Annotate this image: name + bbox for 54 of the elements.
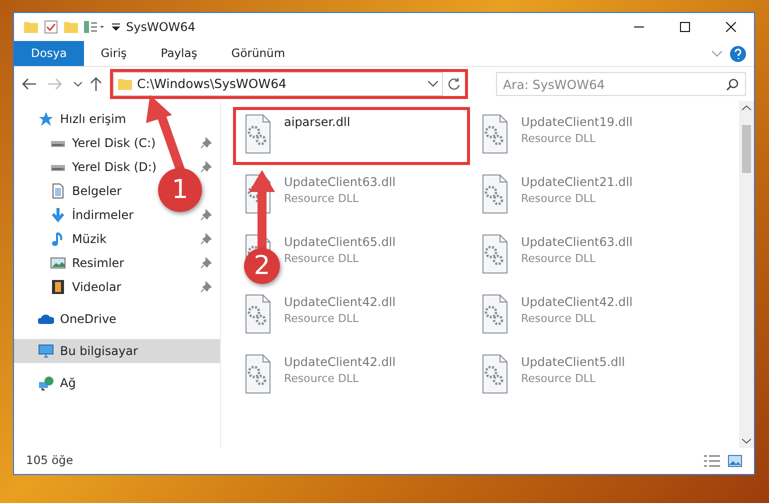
window-title: SysWOW64 — [126, 19, 196, 36]
picture-icon — [50, 255, 66, 271]
scrollbar[interactable] — [739, 101, 754, 448]
address-field[interactable]: C:\Windows\SysWOW64 — [113, 72, 443, 96]
ribbon-tab[interactable]: Giriş — [84, 41, 144, 66]
caret-icon[interactable] — [428, 81, 438, 87]
close-icon — [726, 22, 736, 32]
scroll-thumb[interactable] — [742, 125, 751, 173]
file-item[interactable]: UpdateClient19.dll Resource DLL — [521, 113, 633, 159]
details-view-icon[interactable] — [704, 455, 720, 467]
up-icon[interactable] — [90, 77, 102, 91]
file-item[interactable]: UpdateClient63.dll Resource DLL — [284, 173, 396, 219]
document-icon — [50, 183, 66, 199]
properties-icon[interactable] — [84, 21, 106, 33]
search-field[interactable]: Ara: SysWOW64 — [496, 72, 746, 96]
file-item[interactable]: UpdateClient5.dll Resource DLL — [521, 353, 625, 399]
sidebar-item[interactable]: Belgeler — [14, 179, 130, 203]
dropdown-icon[interactable] — [112, 23, 120, 31]
download-icon — [50, 207, 66, 223]
film-icon — [50, 279, 66, 295]
scroll-up-icon[interactable] — [742, 105, 751, 111]
ribbon-tab[interactable]: Görünüm — [214, 41, 302, 66]
sidebar-item[interactable]: OneDrive — [14, 307, 124, 331]
sidebar-item[interactable]: Hızlı erişim — [14, 107, 134, 131]
file-item[interactable]: UpdateClient42.dll Resource DLL — [284, 353, 396, 399]
maximize-icon — [680, 22, 690, 32]
file-item[interactable]: aiparser.dll — [284, 113, 350, 159]
search-icon[interactable] — [726, 78, 739, 91]
help-icon[interactable] — [730, 46, 746, 62]
sidebar-item[interactable]: Videolar — [14, 275, 220, 299]
file-item[interactable]: UpdateClient63.dll Resource DLL — [521, 233, 633, 279]
ribbon-tab[interactable]: Paylaş — [144, 41, 214, 66]
network-icon — [38, 375, 54, 391]
large-icons-view-icon[interactable] — [728, 455, 742, 467]
file-item[interactable]: UpdateClient65.dll Resource DLL — [284, 233, 396, 279]
chevron-icon[interactable] — [712, 50, 722, 56]
sidebar-item[interactable]: Yerel Disk (C:) — [14, 131, 220, 155]
checklist-icon[interactable] — [44, 20, 58, 34]
back-icon[interactable] — [22, 78, 36, 90]
sidebar-item[interactable]: Resimler — [14, 251, 220, 275]
file-item[interactable]: UpdateClient42.dll Resource DLL — [284, 293, 396, 339]
star-icon — [38, 111, 54, 127]
file-item[interactable]: UpdateClient42.dll Resource DLL — [521, 293, 633, 339]
refresh-icon[interactable] — [447, 77, 461, 91]
scroll-down-icon[interactable] — [742, 438, 751, 444]
sidebar-item[interactable]: Bu bilgisayar — [14, 339, 220, 363]
caret-icon[interactable] — [74, 82, 82, 86]
sidebar-item[interactable]: Müzik — [14, 227, 220, 251]
folder-icon — [118, 78, 132, 90]
ribbon-tab[interactable]: Dosya — [14, 41, 84, 66]
sidebar-item[interactable]: Ağ — [14, 371, 84, 395]
monitor-icon — [38, 343, 54, 359]
file-item[interactable]: UpdateClient21.dll Resource DLL — [521, 173, 633, 219]
item-count: 105 öğe — [26, 452, 74, 470]
